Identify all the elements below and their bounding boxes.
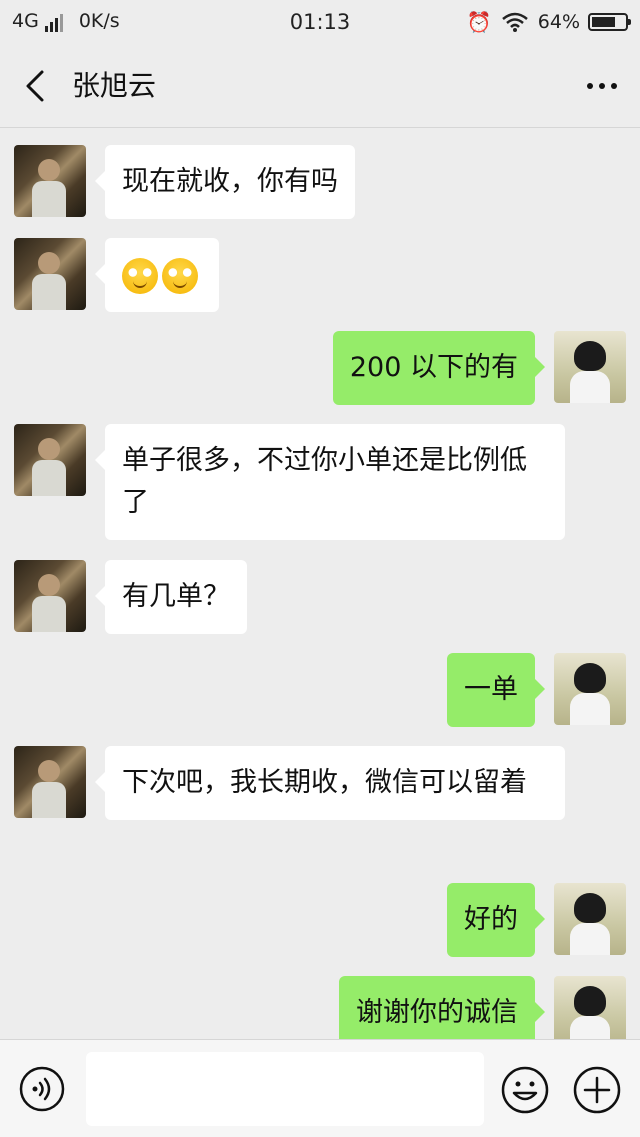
- input-toolbar: [0, 1039, 640, 1137]
- chat-messages: 现在就收，你有吗 200 以下的有 单子很多，不过你小单还是比例低了 有几单？ …: [0, 129, 640, 1039]
- message-bubble[interactable]: 200 以下的有: [332, 331, 546, 405]
- voice-input-icon[interactable]: [18, 1065, 66, 1113]
- message-bubble[interactable]: 一单: [447, 653, 545, 727]
- smirk-emoji: [162, 257, 198, 294]
- alarm-icon: ⏰: [466, 10, 492, 34]
- message-bubble[interactable]: 现在就收，你有吗: [95, 145, 355, 219]
- contact-avatar[interactable]: [14, 746, 86, 818]
- message-bubble[interactable]: 单子很多，不过你小单还是比例低了: [95, 424, 565, 540]
- chat-header: 张旭云: [0, 44, 640, 128]
- message-bubble[interactable]: 谢谢你的诚信: [339, 976, 545, 1039]
- contact-avatar[interactable]: [14, 238, 86, 310]
- status-bar: 4G 0K/s 01:13 ⏰ 64%: [0, 0, 640, 44]
- contact-name: 张旭云: [72, 69, 157, 102]
- contact-avatar[interactable]: [14, 424, 86, 496]
- message-bubble[interactable]: 好的: [447, 883, 545, 957]
- my-avatar[interactable]: [554, 976, 626, 1039]
- status-right: ⏰ 64%: [466, 10, 631, 34]
- my-avatar[interactable]: [554, 883, 626, 955]
- wifi-icon: [501, 12, 528, 32]
- my-avatar[interactable]: [554, 331, 626, 403]
- contact-avatar[interactable]: [14, 560, 86, 632]
- plus-icon[interactable]: [572, 1065, 622, 1115]
- battery-percent: 64%: [537, 11, 580, 33]
- smirk-emoji: [122, 257, 158, 294]
- my-avatar[interactable]: [554, 653, 626, 725]
- emoji-icon[interactable]: [500, 1065, 550, 1115]
- battery-icon: [588, 13, 631, 31]
- message-input[interactable]: [86, 1052, 484, 1126]
- message-bubble[interactable]: 有几单？: [95, 560, 247, 634]
- contact-avatar[interactable]: [14, 145, 86, 217]
- message-bubble[interactable]: 下次吧，我长期收，微信可以留着: [95, 746, 565, 820]
- back-arrow-icon[interactable]: [18, 66, 58, 106]
- message-bubble[interactable]: [95, 238, 219, 312]
- more-options-icon[interactable]: [582, 66, 622, 106]
